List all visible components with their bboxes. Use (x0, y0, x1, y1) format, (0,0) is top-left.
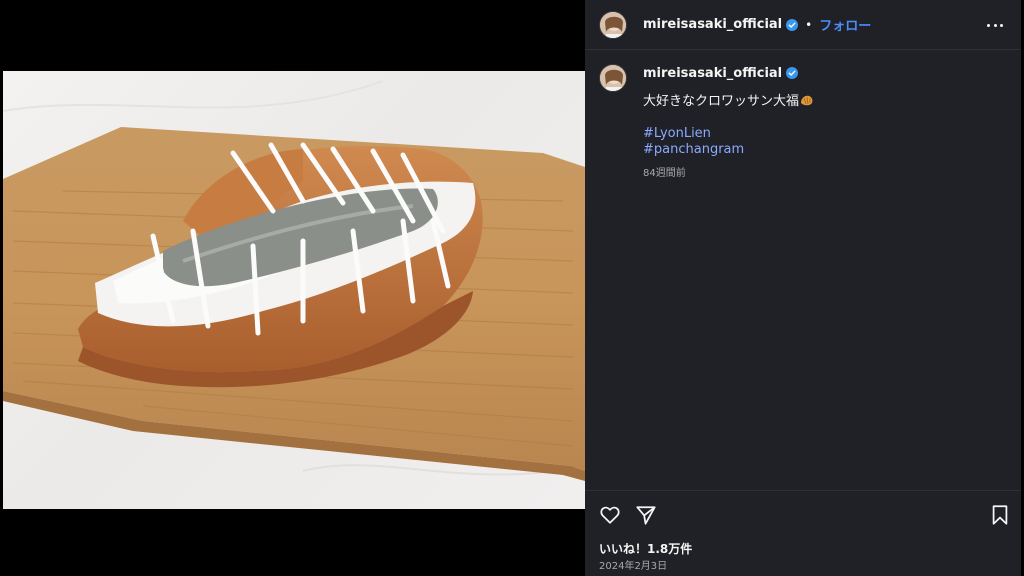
post-media (0, 0, 585, 576)
heart-icon[interactable] (599, 504, 621, 526)
croissant-emoji-icon (801, 95, 813, 106)
like-count[interactable]: いいね！1.8万件 (599, 540, 692, 557)
caption-username[interactable]: mireisasaki_official (643, 66, 782, 81)
send-icon[interactable] (635, 504, 657, 526)
post-caption: mireisasaki_official 大好きなクロワッサン大福 #LyonL… (599, 64, 1009, 179)
verified-badge-icon (786, 67, 799, 79)
avatar[interactable] (599, 10, 627, 39)
more-options-icon[interactable] (987, 17, 1003, 33)
caption-avatar[interactable] (599, 64, 627, 92)
hashtag-link[interactable]: #panchangram (643, 142, 813, 158)
post-time-ago[interactable]: 84週間前 (643, 164, 813, 179)
post-date: 2024年2月3日 (599, 561, 668, 572)
header-username[interactable]: mireisasaki_official (643, 17, 782, 32)
caption-text: 大好きなクロワッサン大福 (643, 94, 800, 109)
hashtag-list: #LyonLien #panchangram (643, 126, 813, 158)
separator-dot: • (805, 17, 813, 32)
post-actions: いいね！1.8万件 2024年2月3日 (585, 490, 1021, 576)
verified-badge-icon (786, 18, 799, 31)
follow-button[interactable]: フォロー (819, 15, 871, 34)
post-photo (3, 71, 585, 509)
croissant-daifuku-photo (3, 80, 585, 481)
bookmark-icon[interactable] (989, 504, 1011, 526)
post-header: mireisasaki_official • フォロー (585, 0, 1021, 50)
post-side-panel: mireisasaki_official • フォロー mireisasaki_… (585, 0, 1021, 576)
hashtag-link[interactable]: #LyonLien (643, 126, 813, 142)
